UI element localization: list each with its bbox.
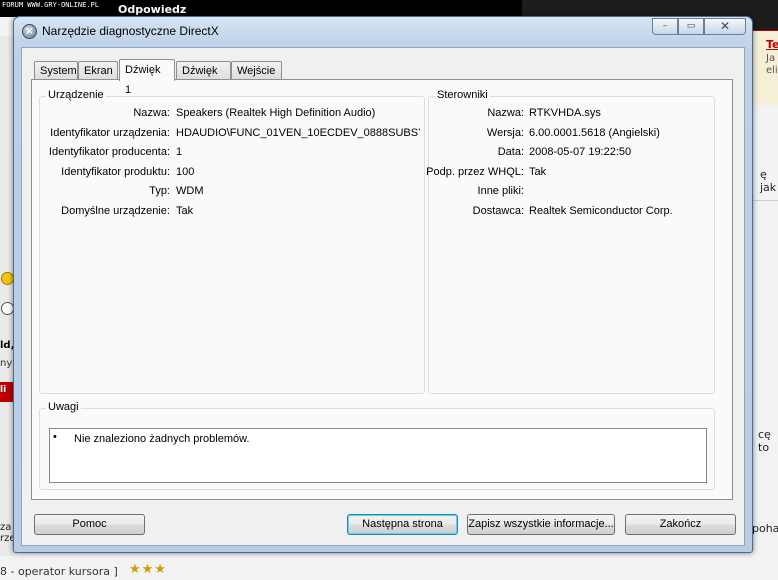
background-right-ce: cę to — [758, 428, 771, 454]
rating-stars[interactable]: ★★★ — [129, 562, 167, 577]
reply-link[interactable]: Odpowiedz — [118, 3, 186, 16]
drivers-group-title: Sterowniki — [435, 89, 490, 101]
tab-system[interactable]: System — [34, 61, 78, 80]
background-right-separator — [752, 200, 778, 201]
background-right-jak: ę jak — [760, 168, 777, 194]
forum-tag: FORUM WWW.GRY-ONLINE.PL — [2, 1, 99, 9]
other-files-label: Inne pliki: — [477, 185, 524, 197]
driver-name-value: RTKVHDA.sys — [529, 107, 601, 119]
background-left-red: li — [0, 382, 14, 402]
driver-name-row: Nazwa: RTKVHDA.sys — [429, 107, 709, 123]
device-id-value: HDAUDIO\FUNC_01VEN_10ECDEV_0888SUBSYS_1 — [176, 127, 420, 139]
device-name-value: Speakers (Realtek High Definition Audio) — [176, 107, 376, 119]
driver-date-row: Data: 2008-05-07 19:22:50 — [429, 146, 709, 162]
background-right-title[interactable]: Te — [766, 38, 778, 51]
client-area: System Ekran Dźwięk 1 Dźwięk 2 Wejście U… — [21, 47, 745, 546]
device-group: Urządzenie Nazwa: Speakers (Realtek High… — [39, 89, 425, 394]
provider-label: Dostawca: — [472, 205, 524, 217]
tab-panel-sound-1: Urządzenie Nazwa: Speakers (Realtek High… — [31, 79, 733, 500]
notes-text: Nie znaleziono żadnych problemów. — [74, 433, 250, 445]
whql-row: Podp. przez WHQL: Tak — [426, 166, 709, 182]
background-left-strip — [0, 36, 14, 556]
directx-window: × Narzędzie diagnostyczne DirectX – ▭ ✕ … — [13, 16, 753, 553]
vendor-id-value: 1 — [176, 146, 183, 158]
vendor-id-row: Identyfikator producenta: 1 — [40, 146, 420, 162]
provider-value: Realtek Semiconductor Corp. — [529, 205, 673, 217]
background-right-line1: Ja — [766, 53, 776, 64]
product-id-row: Identyfikator produktu: 100 — [40, 166, 420, 182]
device-name-label: Nazwa: — [133, 107, 170, 119]
driver-version-label: Wersja: — [486, 127, 524, 139]
driver-date-label: Data: — [497, 146, 524, 158]
whql-label: Podp. przez WHQL: — [426, 166, 524, 178]
tab-display[interactable]: Ekran — [78, 61, 118, 80]
driver-version-row: Wersja: 6.00.0001.5618 (Angielski) — [429, 127, 709, 143]
next-page-button[interactable]: Następna strona — [347, 514, 458, 535]
operator-hint: 8 - operator kursora ] — [0, 565, 118, 578]
driver-date-value: 2008-05-07 19:22:50 — [529, 146, 632, 158]
default-device-value: Tak — [176, 205, 194, 217]
default-device-label: Domyślne urządzenie: — [61, 205, 170, 217]
device-type-label: Typ: — [149, 185, 170, 197]
background-left-red-text: li — [0, 385, 7, 395]
background-left-ny: ny — [0, 358, 13, 369]
help-button[interactable]: Pomoc — [34, 514, 145, 535]
tab-input[interactable]: Wejście — [231, 61, 282, 80]
bullet-icon: • — [53, 431, 57, 443]
background-right-line2: eli — [766, 65, 778, 76]
device-name-row: Nazwa: Speakers (Realtek High Definition… — [40, 107, 420, 123]
other-files-row: Inne pliki: — [429, 185, 709, 201]
device-type-row: Typ: WDM — [40, 185, 420, 201]
window-title: Narzędzie diagnostyczne DirectX — [42, 24, 219, 38]
product-id-value: 100 — [176, 166, 195, 178]
device-id-label: Identyfikator urządzenia: — [50, 127, 170, 139]
exit-button[interactable]: Zakończ — [625, 514, 736, 535]
driver-version-value: 6.00.0001.5618 (Angielski) — [529, 127, 660, 139]
driver-name-label: Nazwa: — [487, 107, 524, 119]
close-button[interactable]: ✕ — [704, 18, 746, 35]
tab-sound-1[interactable]: Dźwięk 1 — [119, 59, 175, 96]
device-type-value: WDM — [176, 185, 204, 197]
device-id-row: Identyfikator urządzenia: HDAUDIO\FUNC_0… — [40, 127, 420, 143]
save-all-info-button[interactable]: Zapisz wszystkie informacje... — [467, 514, 615, 535]
directx-icon: × — [22, 24, 37, 39]
notes-group-title: Uwagi — [46, 401, 81, 413]
background-right-poha: poha — [752, 522, 778, 535]
drivers-group: Sterowniki Nazwa: RTKVHDA.sys Wersja: 6.… — [426, 89, 715, 394]
title-bar[interactable]: × Narzędzie diagnostyczne DirectX – ▭ ✕ — [14, 17, 752, 46]
device-group-title: Urządzenie — [46, 89, 106, 101]
product-id-label: Identyfikator produktu: — [61, 166, 170, 178]
vendor-id-label: Identyfikator producenta: — [48, 146, 170, 158]
default-device-row: Domyślne urządzenie: Tak — [40, 205, 420, 221]
minimize-button[interactable]: – — [652, 18, 678, 35]
notes-group: Uwagi • Nie znaleziono żadnych problemów… — [39, 401, 715, 490]
provider-row: Dostawca: Realtek Semiconductor Corp. — [429, 205, 709, 221]
tab-sound-2[interactable]: Dźwięk 2 — [176, 61, 231, 95]
caption-buttons: – ▭ ✕ — [652, 18, 746, 35]
maximize-button[interactable]: ▭ — [678, 18, 704, 35]
whql-value: Tak — [529, 166, 547, 178]
notes-textbox[interactable]: • Nie znaleziono żadnych problemów. — [49, 428, 707, 483]
